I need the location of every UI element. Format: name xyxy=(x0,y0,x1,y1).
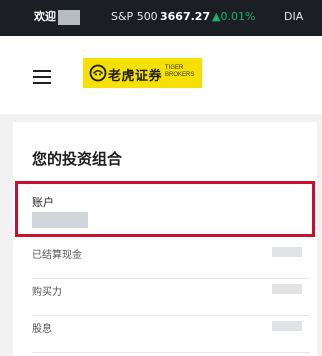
welcome-text: 欢迎 xyxy=(34,10,56,23)
list-item-dividend: 股息 xyxy=(32,315,310,353)
ticker-change: ▲0.01% xyxy=(212,10,256,23)
buying-power-label: 购买力 xyxy=(32,287,62,298)
dividend-label: 股息 xyxy=(32,324,52,335)
page-title: 您的投资组合 xyxy=(32,150,123,168)
account-label: 账户 xyxy=(32,196,54,209)
logo-english-text: TIGER BROKERS xyxy=(165,65,195,78)
settled-cash-value-redacted xyxy=(272,247,302,257)
menu-icon[interactable] xyxy=(33,70,51,84)
tiger-logo-icon xyxy=(89,64,107,82)
buying-power-value-redacted xyxy=(272,284,302,294)
username-redacted xyxy=(58,10,80,25)
logo-chinese-text: 老虎证券 xyxy=(108,69,163,84)
list-item-settled-cash: 已结算现金 xyxy=(32,241,310,279)
page-header: 老虎证券 TIGER BROKERS xyxy=(0,36,322,114)
tiger-brokers-logo[interactable]: 老虎证券 TIGER BROKERS xyxy=(83,58,202,88)
account-value-redacted xyxy=(32,212,88,228)
settled-cash-label: 已结算现金 xyxy=(32,250,82,261)
list-item-buying-power: 购买力 xyxy=(32,278,310,316)
dividend-value-redacted xyxy=(272,321,302,331)
ticker-price: 3667.27 xyxy=(160,10,211,23)
ticker-symbol[interactable]: DIA xyxy=(284,10,303,24)
account-section[interactable]: 账户 xyxy=(15,181,315,237)
market-ticker-bar: 欢迎 S&P 500 3667.27 ▲0.01% DIA xyxy=(0,0,322,36)
ticker-symbol[interactable]: S&P 500 xyxy=(111,10,158,24)
